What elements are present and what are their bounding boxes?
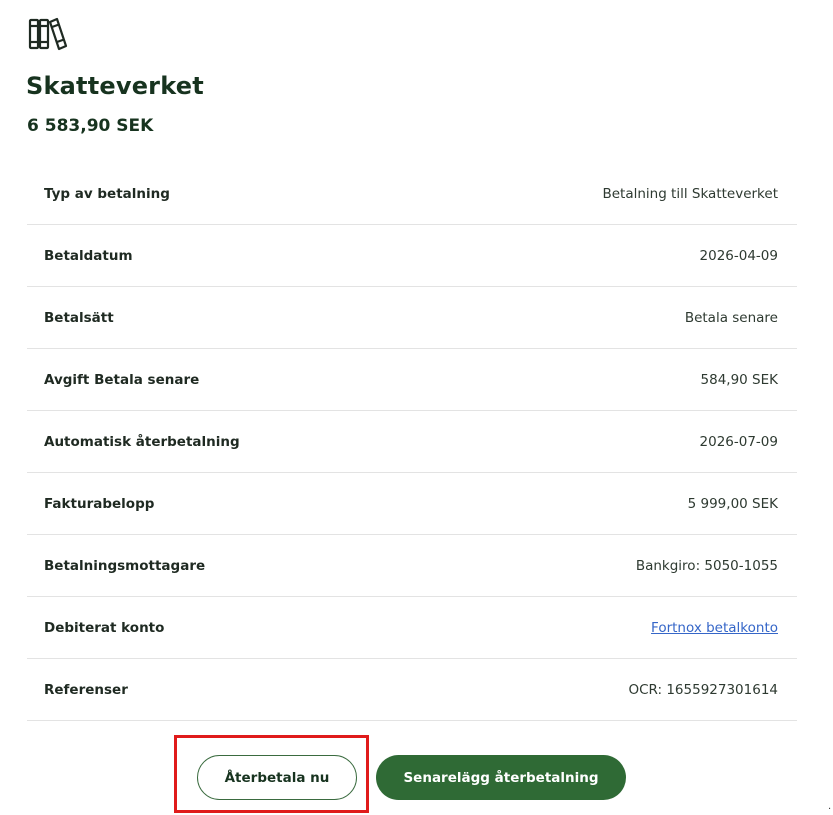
detail-row-payment-type: Typ av betalning Betalning till Skatteve… — [27, 163, 797, 225]
repay-now-button[interactable]: Återbetala nu — [197, 755, 357, 800]
detail-value: Betala senare — [684, 309, 778, 326]
page-title: Skatteverket — [26, 72, 204, 100]
detail-label: Betaldatum — [44, 247, 133, 264]
detail-value: OCR: 1655927301614 — [628, 681, 778, 698]
detail-row-payment-date: Betaldatum 2026-04-09 — [27, 225, 797, 287]
detail-label: Referenser — [44, 681, 128, 698]
postpone-repayment-button[interactable]: Senarelägg återbetalning — [376, 755, 626, 800]
books-icon — [28, 17, 68, 51]
detail-row-payment-method: Betalsätt Betala senare — [27, 287, 797, 349]
stray-dot: . — [828, 801, 832, 812]
debited-account-link[interactable]: Fortnox betalkonto — [651, 620, 778, 636]
payment-amount: 6 583,90 SEK — [27, 116, 154, 136]
detail-row-debited-account: Debiterat konto Fortnox betalkonto — [27, 597, 797, 659]
detail-row-fee: Avgift Betala senare 584,90 SEK — [27, 349, 797, 411]
detail-row-automatic-repayment: Automatisk återbetalning 2026-07-09 — [27, 411, 797, 473]
detail-row-recipient: Betalningsmottagare Bankgiro: 5050-1055 — [27, 535, 797, 597]
detail-row-invoice-amount: Fakturabelopp 5 999,00 SEK — [27, 473, 797, 535]
detail-label: Typ av betalning — [44, 185, 170, 202]
detail-label: Fakturabelopp — [44, 495, 155, 512]
payment-details-page: Skatteverket 6 583,90 SEK Typ av betalni… — [0, 0, 833, 815]
detail-label: Avgift Betala senare — [44, 371, 200, 388]
detail-value: 584,90 SEK — [700, 371, 778, 388]
detail-label: Betalningsmottagare — [44, 557, 206, 574]
detail-label: Debiterat konto — [44, 619, 165, 636]
detail-label: Betalsätt — [44, 309, 114, 326]
detail-label: Automatisk återbetalning — [44, 433, 240, 450]
detail-row-references: Referenser OCR: 1655927301614 — [27, 659, 797, 721]
detail-value: 2026-07-09 — [699, 433, 778, 450]
detail-value: 2026-04-09 — [699, 247, 778, 264]
payment-details-list: Typ av betalning Betalning till Skatteve… — [27, 163, 797, 721]
detail-value: Bankgiro: 5050-1055 — [635, 557, 778, 574]
detail-value: 5 999,00 SEK — [687, 495, 778, 512]
detail-value: Betalning till Skatteverket — [602, 185, 778, 202]
